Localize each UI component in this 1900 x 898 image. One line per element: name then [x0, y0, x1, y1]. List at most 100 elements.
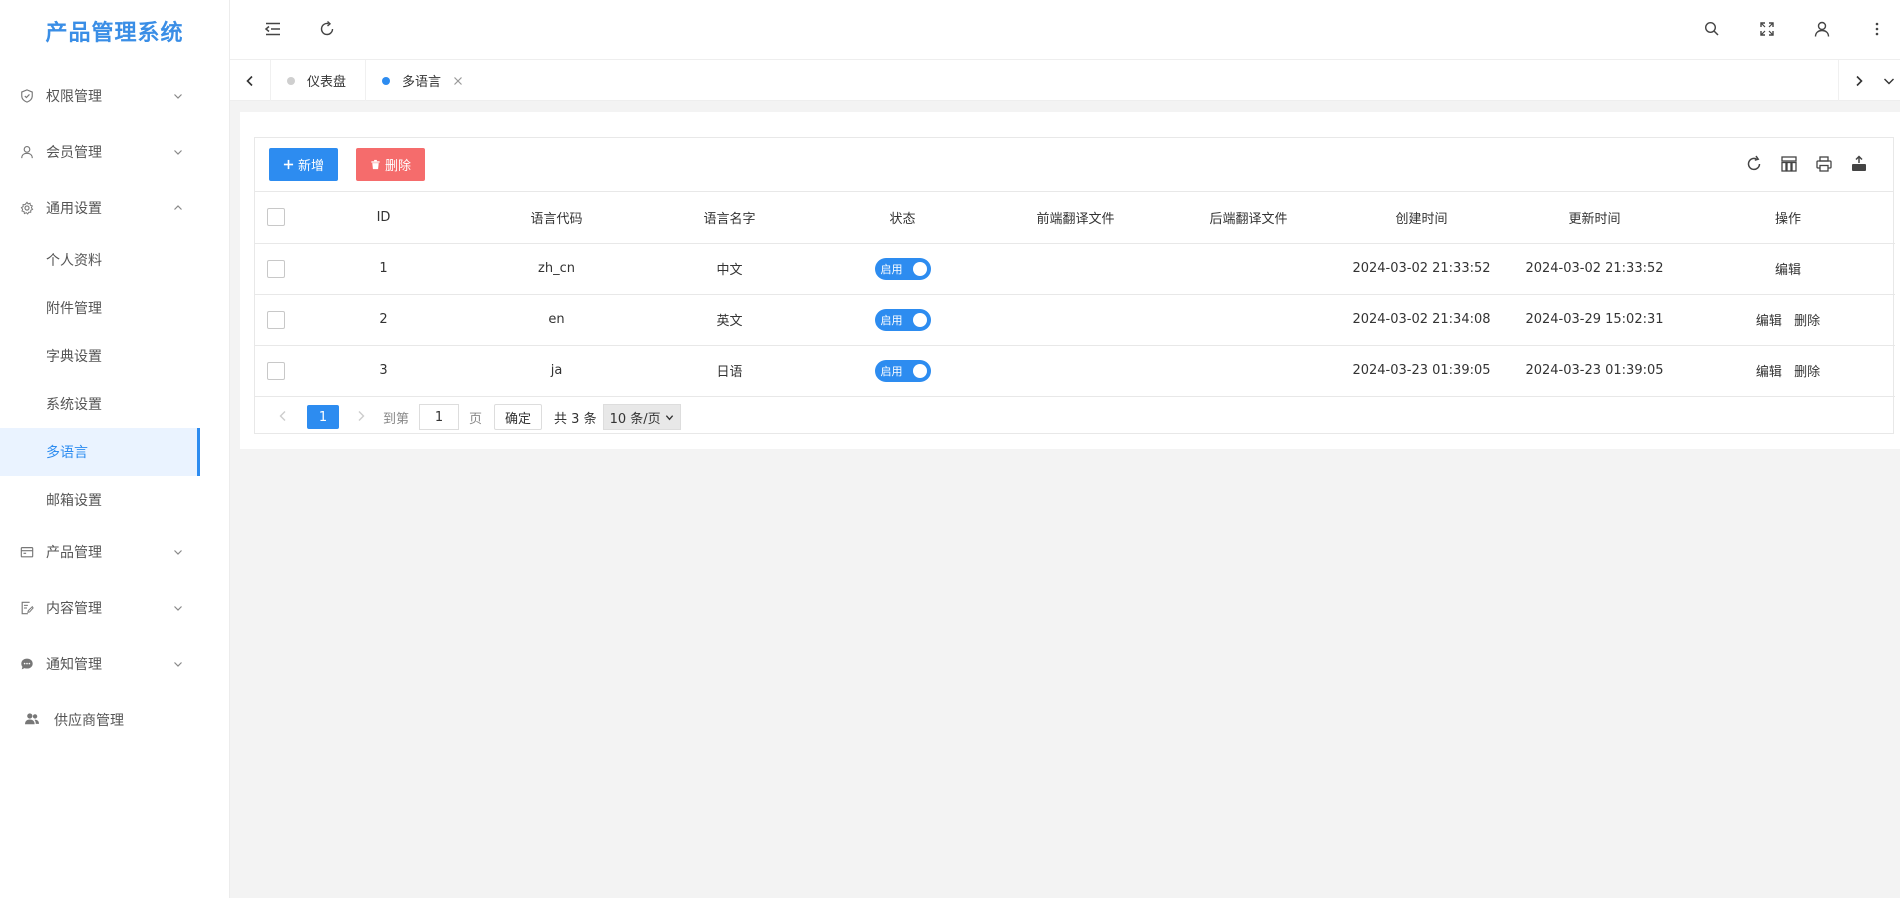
add-button-label: 新增: [298, 159, 325, 174]
column-header: 后端翻译文件: [1162, 192, 1335, 244]
cell-actions: 编辑 删除: [1681, 345, 1895, 397]
next-page-icon[interactable]: [355, 410, 369, 424]
tab-scroll-left-icon[interactable]: [230, 60, 270, 101]
page-size-select[interactable]: 10 条/页: [602, 404, 681, 430]
sidebar-item-members[interactable]: 会员管理: [0, 124, 229, 180]
sidebar-item-content[interactable]: 内容管理: [0, 580, 229, 636]
trash-icon: [371, 159, 380, 170]
table-header-row: ID 语言代码 语言名字 状态 前端翻译文件 后端翻译文件 创建时间 更新时间 …: [255, 192, 1895, 244]
app-logo-title: 产品管理系统: [45, 21, 184, 46]
chevron-down-icon: [173, 91, 183, 101]
status-toggle[interactable]: 启用: [874, 257, 931, 280]
sidebar-item-label: 权限管理: [46, 89, 102, 105]
sidebar-subitem-attachments[interactable]: 附件管理: [0, 284, 229, 332]
status-toggle-label: 启用: [880, 262, 903, 276]
total-count: 共 3 条: [554, 411, 597, 427]
row-checkbox[interactable]: [267, 259, 285, 278]
main-card: 新增 删除 ID 语言代码 语言名字 状态 前端翻译文件 后端翻译文件 创建时间…: [240, 112, 1900, 449]
goto-page-input[interactable]: [419, 404, 460, 430]
close-icon[interactable]: [453, 76, 463, 86]
print-icon[interactable]: [1815, 155, 1833, 173]
status-toggle[interactable]: 启用: [874, 308, 931, 331]
table-toolbar: 新增 删除: [255, 138, 1893, 192]
prev-page-icon[interactable]: [277, 410, 291, 424]
tab-scroll-right-icon[interactable]: [1838, 60, 1878, 101]
sidebar-subitem-languages[interactable]: 多语言: [0, 428, 200, 476]
delete-button-label: 删除: [385, 159, 412, 174]
shield-icon: [20, 89, 34, 103]
edit-doc-icon: [20, 601, 34, 615]
chevron-down-icon: [173, 547, 183, 557]
cell-code: zh_cn: [470, 243, 643, 295]
delete-button[interactable]: 删除: [356, 148, 426, 181]
data-table-container: 新增 删除 ID 语言代码 语言名字 状态 前端翻译文件 后端翻译文件 创建时间…: [254, 137, 1895, 434]
search-icon[interactable]: [1703, 20, 1721, 38]
user-icon: [20, 145, 34, 159]
table-row: 3 ja 日语 启用 2024-03-23 01:39:05 2024-03-2…: [255, 345, 1895, 397]
page-number-current[interactable]: 1: [307, 405, 339, 429]
tab-label: 仪表盘: [307, 75, 347, 90]
tab-status-dot: [382, 76, 390, 85]
cell-code: en: [470, 294, 643, 346]
columns-icon[interactable]: [1780, 155, 1798, 173]
status-toggle[interactable]: 启用: [874, 359, 931, 382]
column-header: 更新时间: [1508, 192, 1681, 244]
user-icon[interactable]: [1813, 20, 1831, 38]
pagination: 1 到第 页 确定 共 3 条 10 条/页: [255, 397, 1893, 438]
cell-id: 2: [297, 294, 470, 346]
top-header: [230, 0, 1900, 60]
row-checkbox[interactable]: [267, 361, 285, 380]
tab-bar: 仪表盘 多语言: [230, 60, 1900, 101]
cell-created: 2024-03-02 21:34:08: [1335, 294, 1508, 346]
more-icon[interactable]: [1868, 20, 1886, 38]
column-header: 前端翻译文件: [989, 192, 1162, 244]
fullscreen-icon[interactable]: [1758, 20, 1776, 38]
row-checkbox[interactable]: [267, 310, 285, 329]
menu-fold-icon[interactable]: [264, 20, 282, 38]
delete-link[interactable]: 删除: [1794, 314, 1820, 329]
sidebar-item-general-settings[interactable]: 通用设置: [0, 180, 229, 236]
chevron-down-icon: [173, 659, 183, 669]
select-all-cell: [255, 192, 297, 244]
sidebar-item-products[interactable]: 产品管理: [0, 524, 229, 580]
edit-link[interactable]: 编辑: [1756, 365, 1782, 380]
edit-link[interactable]: 编辑: [1775, 263, 1801, 278]
sidebar-subitem-dictionary[interactable]: 字典设置: [0, 332, 229, 380]
tab-dashboard[interactable]: 仪表盘: [270, 60, 362, 101]
cell-created: 2024-03-23 01:39:05: [1335, 345, 1508, 397]
column-header: 语言名字: [643, 192, 816, 244]
sidebar-subitem-email-settings[interactable]: 邮箱设置: [0, 476, 229, 524]
sidebar-subitem-profile[interactable]: 个人资料: [0, 236, 229, 284]
table-row: 1 zh_cn 中文 启用 2024-03-02 21:33:52 2024-0…: [255, 243, 1895, 295]
select-all-checkbox[interactable]: [267, 208, 285, 227]
chevron-down-icon[interactable]: [1878, 60, 1900, 101]
add-button[interactable]: 新增: [269, 148, 339, 181]
sidebar-item-suppliers[interactable]: 供应商管理: [0, 692, 229, 748]
cell-created: 2024-03-02 21:33:52: [1335, 243, 1508, 295]
export-icon[interactable]: [1850, 155, 1868, 173]
cell-back-file: [1162, 345, 1335, 397]
sidebar-subitem-system-settings[interactable]: 系统设置: [0, 380, 229, 428]
chevron-down-icon: [173, 603, 183, 613]
page-size-value: 10 条/页: [609, 411, 661, 427]
chat-icon: [20, 657, 34, 671]
sidebar-item-notifications[interactable]: 通知管理: [0, 636, 229, 692]
languages-table: ID 语言代码 语言名字 状态 前端翻译文件 后端翻译文件 创建时间 更新时间 …: [255, 192, 1895, 397]
sidebar: 产品管理系统 权限管理 会员管理 通用设置 个人资料 附件管理 字典设置 系统设…: [0, 0, 230, 898]
refresh-icon[interactable]: [318, 20, 336, 38]
delete-link[interactable]: 删除: [1794, 365, 1820, 380]
tab-label: 多语言: [402, 75, 442, 90]
sidebar-item-permissions[interactable]: 权限管理: [0, 68, 229, 124]
sidebar-item-label: 通用设置: [46, 201, 102, 217]
edit-link[interactable]: 编辑: [1756, 314, 1782, 329]
refresh-icon[interactable]: [1745, 155, 1763, 173]
cell-updated: 2024-03-23 01:39:05: [1508, 345, 1681, 397]
cell-back-file: [1162, 243, 1335, 295]
cell-id: 1: [297, 243, 470, 295]
plus-icon: [283, 159, 294, 170]
cell-actions: 编辑: [1681, 243, 1895, 295]
status-toggle-label: 启用: [880, 313, 903, 327]
tab-languages[interactable]: 多语言: [365, 60, 479, 101]
goto-confirm-button[interactable]: 确定: [494, 404, 543, 430]
sidebar-item-label: 通知管理: [46, 657, 102, 673]
